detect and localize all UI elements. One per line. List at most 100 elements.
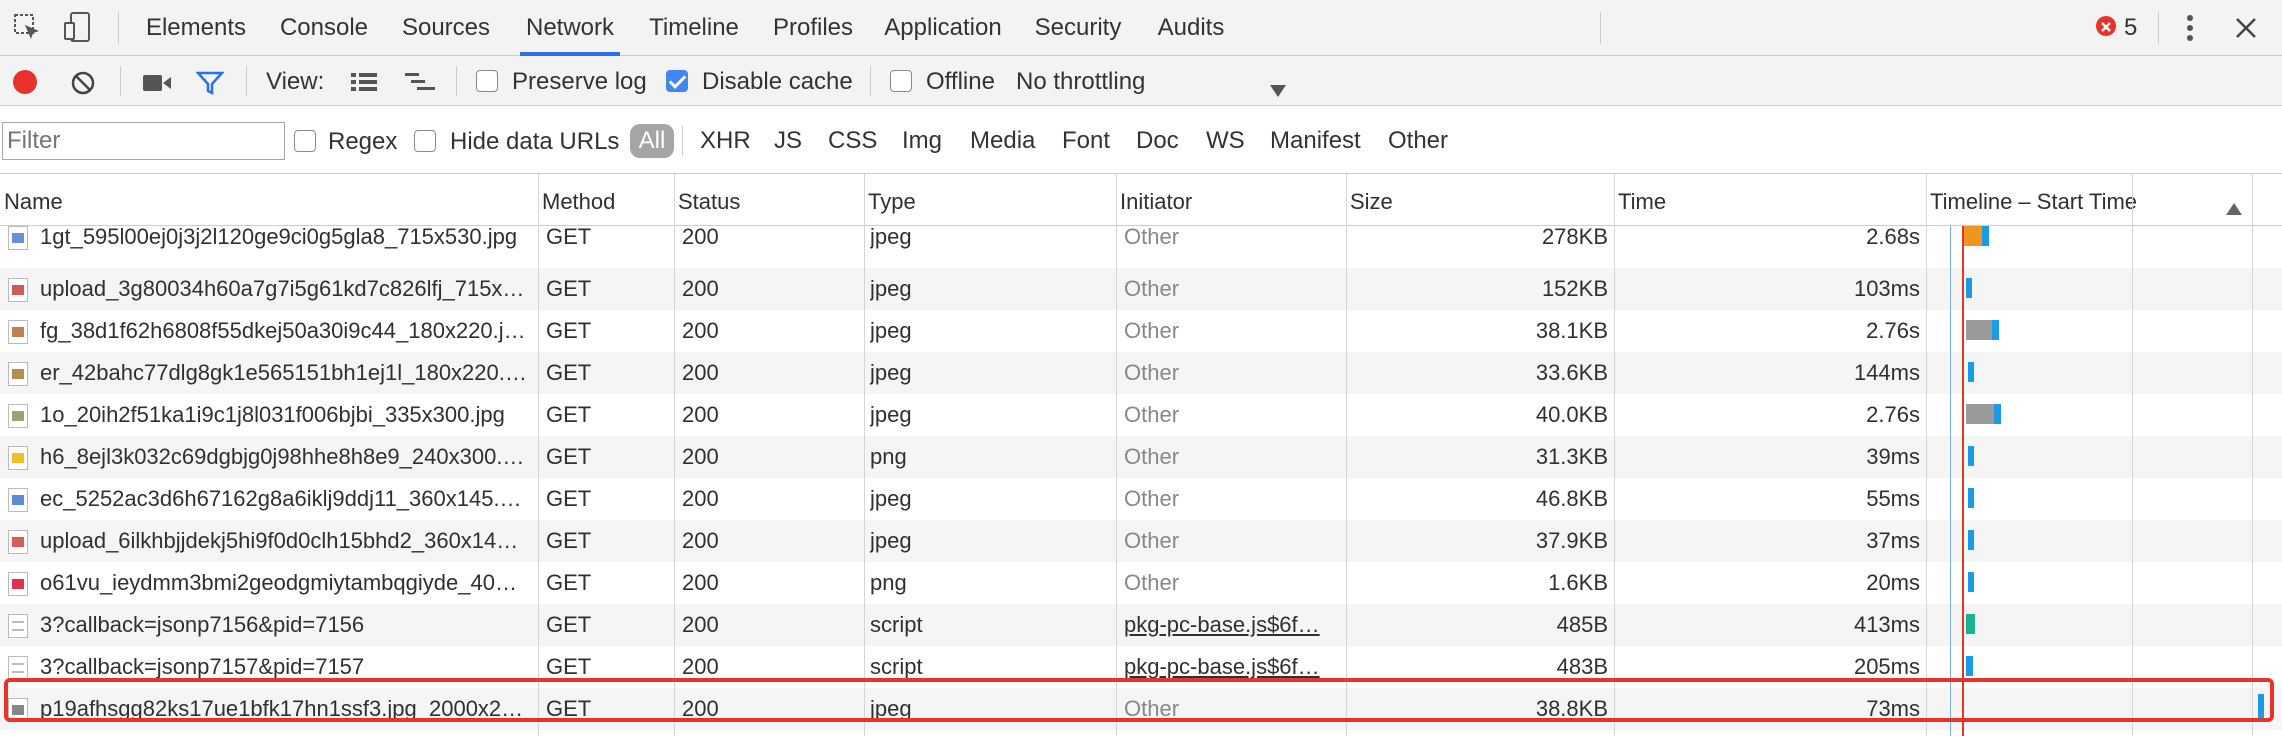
large-rows-icon[interactable] — [350, 71, 378, 93]
tab-sources[interactable]: Sources — [396, 0, 496, 56]
request-method: GET — [546, 402, 592, 427]
request-time: 2.76s — [1866, 318, 1920, 343]
request-initiator[interactable]: pkg-pc-base.js$6f… — [1124, 604, 1336, 646]
regex-checkbox[interactable] — [294, 130, 316, 152]
request-method: GET — [546, 612, 592, 637]
hide-data-urls-checkbox[interactable] — [414, 130, 436, 152]
tab-elements[interactable]: Elements — [142, 0, 250, 56]
request-type: jpeg — [870, 224, 912, 249]
timeline-bar — [1966, 404, 1994, 424]
request-type: jpeg — [870, 486, 912, 511]
error-icon[interactable] — [2096, 16, 2116, 36]
record-button[interactable] — [13, 70, 37, 94]
offline-label[interactable]: Offline — [926, 68, 995, 96]
network-controls-bar: View: Preserve log Disable cache Offline… — [0, 56, 2282, 106]
request-type: png — [870, 444, 907, 469]
filter-type-doc[interactable]: Doc — [1136, 124, 1179, 158]
table-row[interactable]: ec_5252ac3d6h67162g8a6iklj9ddj11_360x145… — [0, 478, 2282, 520]
tab-profiles[interactable]: Profiles — [766, 0, 860, 56]
overview-waterfall-icon[interactable] — [404, 71, 436, 93]
table-row[interactable]: 1gt_595l00ej0j3j2l120ge9ci0g5gla8_715x53… — [0, 224, 2282, 258]
more-options-icon[interactable] — [2186, 14, 2194, 42]
table-row[interactable]: o61vu_ieydmm3bmi2geodgmiytambqgiyde_40… G… — [0, 562, 2282, 604]
request-status: 200 — [682, 444, 719, 469]
filter-type-ws[interactable]: WS — [1206, 124, 1245, 158]
hide-data-urls-label[interactable]: Hide data URLs — [450, 128, 619, 156]
request-time: 413ms — [1853, 612, 1920, 637]
chevron-down-icon[interactable] — [1270, 76, 1286, 97]
request-status: 200 — [682, 402, 719, 427]
close-icon[interactable] — [2234, 16, 2258, 40]
request-initiator: Other — [1124, 224, 1180, 249]
request-status: 200 — [682, 612, 719, 637]
clear-icon[interactable] — [70, 70, 96, 96]
request-initiator: Other — [1124, 402, 1180, 427]
request-initiator: Other — [1124, 318, 1180, 343]
timeline-bar — [1968, 572, 1974, 592]
filter-type-media[interactable]: Media — [970, 124, 1035, 158]
disable-cache-label[interactable]: Disable cache — [702, 68, 853, 96]
filter-type-other[interactable]: Other — [1388, 124, 1448, 158]
request-type: png — [870, 570, 907, 595]
disable-cache-checkbox[interactable] — [666, 70, 688, 92]
tab-network[interactable]: Network — [520, 0, 620, 56]
device-toolbar-icon[interactable] — [62, 11, 92, 43]
table-row[interactable]: upload_3g80034h60a7g7i5g61kd7c826lfj_715… — [0, 268, 2282, 310]
request-status: 200 — [682, 528, 719, 553]
table-row[interactable]: 3?callback=jsonp7156&pid=7156 GET 200 scrip… — [0, 604, 2282, 646]
table-row[interactable]: er_42bahc77dlg8gk1e565151bh1ej1l_180x220… — [0, 352, 2282, 394]
sort-ascending-icon[interactable] — [2226, 194, 2242, 215]
tab-security[interactable]: Security — [1030, 0, 1126, 56]
request-time: 144ms — [1853, 360, 1920, 385]
table-row[interactable]: upload_6ilkhbjjdekj5hi9f0d0clh15bhd2_360… — [0, 520, 2282, 562]
table-row[interactable]: fg_38d1f62h6808f55dkej50a30i9c44_180x220… — [0, 310, 2282, 352]
request-time: 2.76s — [1866, 402, 1920, 427]
request-status: 200 — [682, 486, 719, 511]
error-count[interactable]: 5 — [2124, 14, 2137, 42]
tab-timeline[interactable]: Timeline — [644, 0, 744, 56]
filter-type-img[interactable]: Img — [902, 124, 942, 158]
timeline-bar — [1968, 362, 1974, 382]
regex-label[interactable]: Regex — [328, 128, 397, 156]
request-status: 200 — [682, 318, 719, 343]
inspect-element-icon[interactable] — [12, 12, 42, 42]
filter-type-all[interactable]: All — [630, 124, 674, 158]
filter-funnel-icon[interactable] — [195, 70, 225, 96]
request-method: GET — [546, 276, 592, 301]
table-row[interactable]: 1o_20ih2f51ka1i9c1j8l031f006bjbi_335x300… — [0, 394, 2282, 436]
timeline-bar — [1968, 446, 1974, 466]
request-type: script — [870, 612, 923, 637]
request-initiator: Other — [1124, 486, 1180, 511]
throttling-select[interactable]: No throttling — [1016, 68, 1145, 96]
request-time: 103ms — [1853, 276, 1920, 301]
request-name: upload_6ilkhbjjdekj5hi9f0d0clh15bhd2_360… — [40, 528, 519, 553]
tab-audits[interactable]: Audits — [1150, 0, 1232, 56]
preserve-log-checkbox[interactable] — [476, 70, 498, 92]
timeline-bar — [1992, 320, 1999, 340]
request-initiator: Other — [1124, 570, 1180, 595]
image-thumb-icon — [8, 530, 28, 554]
tab-console[interactable]: Console — [276, 0, 372, 56]
filter-type-css[interactable]: CSS — [828, 124, 877, 158]
offline-checkbox[interactable] — [890, 70, 912, 92]
capture-screenshots-icon[interactable] — [142, 72, 172, 92]
image-thumb-icon — [8, 572, 28, 596]
tab-application[interactable]: Application — [878, 0, 1008, 56]
filter-type-js[interactable]: JS — [774, 124, 802, 158]
filter-type-font[interactable]: Font — [1062, 124, 1110, 158]
request-name: h6_8ejl3k032c69dgbjg0j98hhe8h8e9_240x300… — [40, 444, 525, 469]
script-file-icon — [8, 656, 28, 680]
filter-type-manifest[interactable]: Manifest — [1270, 124, 1361, 158]
table-row[interactable]: h6_8ejl3k032c69dgbjg0j98hhe8h8e9_240x300… — [0, 436, 2282, 478]
preserve-log-label[interactable]: Preserve log — [512, 68, 647, 96]
image-thumb-icon — [8, 362, 28, 386]
filter-input[interactable] — [2, 122, 285, 160]
image-thumb-icon — [8, 320, 28, 344]
timeline-bar — [1994, 404, 2001, 424]
filter-type-xhr[interactable]: XHR — [700, 124, 751, 158]
request-initiator: Other — [1124, 276, 1180, 301]
request-method: GET — [546, 486, 592, 511]
timeline-bar — [1966, 656, 1973, 676]
image-thumb-icon — [8, 488, 28, 512]
request-name: upload_3g80034h60a7g7i5g61kd7c826lfj_715… — [40, 276, 525, 301]
